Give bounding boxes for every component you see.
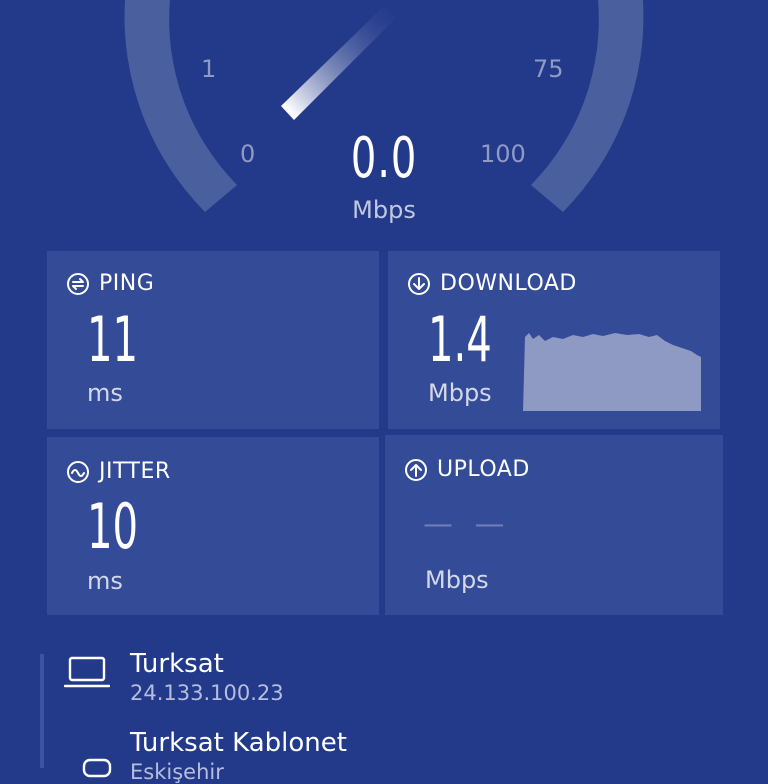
connection-divider — [40, 654, 44, 768]
upload-value-placeholder: — — — [423, 507, 511, 542]
gauge-tick-100: 100 — [480, 140, 526, 168]
server-location: Eskişehir — [130, 760, 224, 784]
gauge-tick-0: 0 — [240, 140, 256, 168]
ping-label: PING — [99, 271, 155, 296]
gauge-tick-1: 1 — [201, 55, 217, 83]
ping-card: PING 11 ms — [47, 251, 379, 429]
upload-arrow-icon — [404, 458, 428, 482]
gauge-arc-left — [124, 0, 237, 212]
ping-value: 11 — [87, 303, 139, 376]
provider-ip: 24.133.100.23 — [130, 681, 284, 705]
gauge-needle — [281, 6, 396, 120]
upload-unit: Mbps — [425, 566, 489, 594]
jitter-unit: ms — [87, 567, 123, 595]
download-unit: Mbps — [428, 379, 492, 407]
download-card: DOWNLOAD 1.4 Mbps — [388, 251, 720, 429]
speed-gauge: 0 1 75 100 0.0 Mbps — [0, 0, 768, 240]
download-graph-area — [523, 333, 701, 411]
current-speed-unit: Mbps — [352, 196, 416, 224]
jitter-value: 10 — [87, 490, 139, 563]
jitter-label: JITTER — [99, 459, 171, 484]
server-icon — [80, 758, 114, 782]
provider-name: Turksat — [130, 649, 224, 679]
gauge-tick-75: 75 — [533, 55, 564, 83]
upload-card: UPLOAD — — Mbps — [385, 435, 723, 615]
server-name[interactable]: Turksat Kablonet — [130, 728, 347, 758]
download-value: 1.4 — [428, 303, 492, 376]
ping-unit: ms — [87, 379, 123, 407]
laptop-icon — [63, 656, 111, 694]
ping-icon — [66, 272, 90, 296]
gauge-arc-right — [531, 0, 644, 212]
download-label: DOWNLOAD — [440, 271, 577, 296]
upload-label: UPLOAD — [437, 457, 530, 482]
download-arrow-icon — [407, 272, 431, 296]
jitter-wave-icon — [66, 460, 90, 484]
jitter-card: JITTER 10 ms — [47, 437, 379, 615]
download-speed-graph — [523, 333, 701, 411]
current-speed-value: 0.0 — [350, 126, 418, 191]
